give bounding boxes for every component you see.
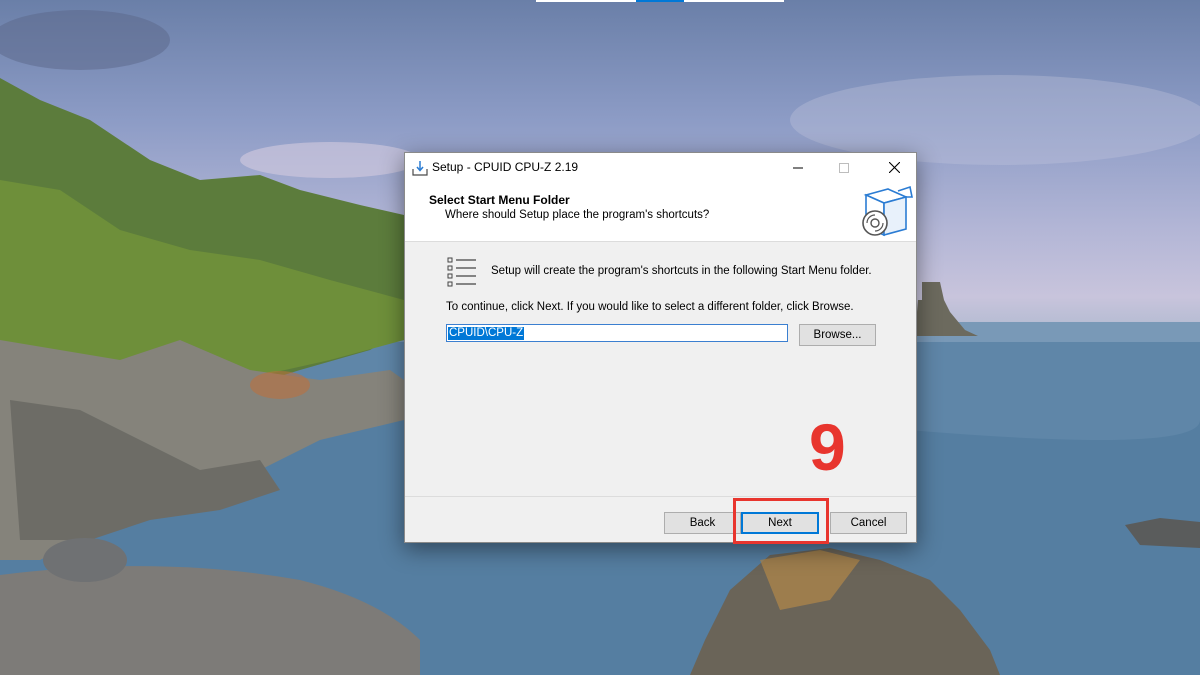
window-title: Setup - CPUID CPU-Z 2.19 xyxy=(432,160,579,174)
page-subtitle: Where should Setup place the program's s… xyxy=(445,209,710,221)
taskbar-preview-strip xyxy=(684,0,784,2)
next-button-highlight xyxy=(733,498,829,544)
taskbar-preview-strip xyxy=(536,0,636,2)
browse-button[interactable]: Browse... xyxy=(799,324,876,346)
minimize-button[interactable] xyxy=(775,153,821,182)
list-icon xyxy=(447,257,476,287)
maximize-button xyxy=(821,153,867,182)
footer-divider xyxy=(405,496,916,497)
start-menu-folder-input[interactable] xyxy=(446,324,788,342)
setup-box-icon xyxy=(862,185,913,237)
minimize-icon xyxy=(793,167,803,168)
taskbar-preview-strip-active xyxy=(636,0,684,2)
setup-app-icon xyxy=(412,161,428,176)
start-menu-info-text: Setup will create the program's shortcut… xyxy=(491,265,872,277)
maximize-icon xyxy=(839,162,849,173)
title-bar[interactable]: Setup - CPUID CPU-Z 2.19 xyxy=(405,153,916,182)
close-button[interactable] xyxy=(871,153,917,182)
setup-dialog: Setup - CPUID CPU-Z 2.19 Select Start Me… xyxy=(404,152,917,543)
step-number-label: 9 xyxy=(809,410,846,484)
close-icon xyxy=(888,162,900,173)
continue-instructions: To continue, click Next. If you would li… xyxy=(446,301,854,313)
back-button[interactable]: Back xyxy=(664,512,741,534)
page-title: Select Start Menu Folder xyxy=(429,193,570,207)
wizard-header: Select Start Menu Folder Where should Se… xyxy=(405,182,916,242)
cancel-button[interactable]: Cancel xyxy=(830,512,907,534)
